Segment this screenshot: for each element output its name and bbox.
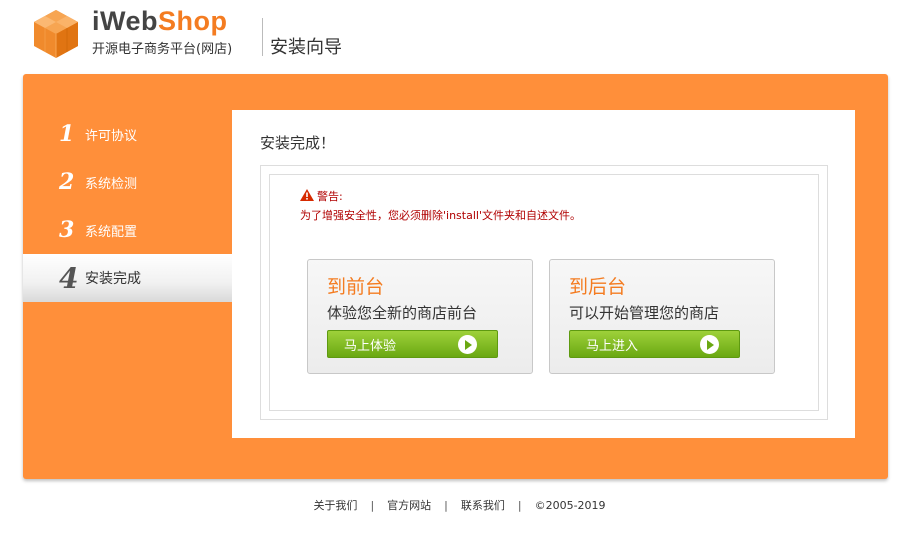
step-list: 1 许可协议 2 系统检测 3 系统配置 4 安装完成 <box>23 110 233 302</box>
step-label: 系统检测 <box>85 176 138 192</box>
footer-copyright: ©2005-2019 <box>534 499 606 512</box>
frontend-card-desc: 体验您全新的商店前台 <box>327 304 478 322</box>
logo-subtitle: 开源电子商务平台(网店) <box>92 42 233 57</box>
logo-cube-icon <box>34 10 78 58</box>
step-number: 1 <box>59 121 75 147</box>
step-number: 3 <box>59 217 75 243</box>
step-license: 1 许可协议 <box>23 110 233 158</box>
frontend-card-title: 到前台 <box>327 276 385 298</box>
step-number: 4 <box>59 261 79 295</box>
backend-card-title: 到后台 <box>569 276 627 298</box>
play-arrow-icon <box>700 335 719 354</box>
footer-link-about[interactable]: 关于我们 <box>313 499 357 512</box>
footer-separator: | <box>444 499 448 512</box>
warning-message: 为了增强安全性，您必须删除'install'文件夹和自述文件。 <box>300 209 581 222</box>
warning-icon <box>300 189 314 201</box>
step-system-config: 3 系统配置 <box>23 206 233 254</box>
footer-link-official-site[interactable]: 官方网站 <box>387 499 431 512</box>
try-now-button-label: 马上体验 <box>344 338 397 354</box>
play-arrow-icon <box>458 335 477 354</box>
result-frame: 警告: 为了增强安全性，您必须删除'install'文件夹和自述文件。 到前台 … <box>260 165 828 420</box>
backend-card-desc: 可以开始管理您的商店 <box>569 304 720 322</box>
header-divider <box>262 18 263 56</box>
warning-box: 警告: 为了增强安全性，您必须删除'install'文件夹和自述文件。 <box>300 187 581 225</box>
footer: 关于我们 | 官方网站 | 联系我们 | ©2005-2019 <box>0 497 919 513</box>
frontend-card: 到前台 体验您全新的商店前台 马上体验 <box>307 259 533 374</box>
logo-text-iweb: iWeb <box>92 6 159 36</box>
step-label: 系统配置 <box>85 224 138 240</box>
content-title: 安装完成！ <box>260 134 336 152</box>
step-install-complete: 4 安装完成 <box>23 254 233 302</box>
step-number: 2 <box>59 169 75 195</box>
footer-link-contact[interactable]: 联系我们 <box>461 499 505 512</box>
enter-now-button-label: 马上进入 <box>586 338 639 354</box>
logo-text: iWebShop <box>92 6 228 37</box>
try-now-button[interactable]: 马上体验 <box>327 330 498 358</box>
logo-text-shop: Shop <box>158 6 228 36</box>
page-title: 安装向导 <box>270 37 342 58</box>
step-label: 安装完成 <box>85 271 141 287</box>
footer-separator: | <box>370 499 375 512</box>
header: iWebShop 开源电子商务平台(网店) 安装向导 <box>0 0 919 70</box>
step-system-check: 2 系统检测 <box>23 158 233 206</box>
install-panel: 1 许可协议 2 系统检测 3 系统配置 4 安装完成 安装完成！ 警告: 为了… <box>23 74 888 479</box>
enter-now-button[interactable]: 马上进入 <box>569 330 740 358</box>
content-area: 安装完成！ 警告: 为了增强安全性，您必须删除'install'文件夹和自述文件… <box>232 110 855 438</box>
step-label: 许可协议 <box>85 128 138 144</box>
footer-separator: | <box>517 499 522 512</box>
warning-title: 警告: <box>317 190 343 203</box>
backend-card: 到后台 可以开始管理您的商店 马上进入 <box>549 259 775 374</box>
result-frame-inner: 警告: 为了增强安全性，您必须删除'install'文件夹和自述文件。 到前台 … <box>269 174 819 411</box>
